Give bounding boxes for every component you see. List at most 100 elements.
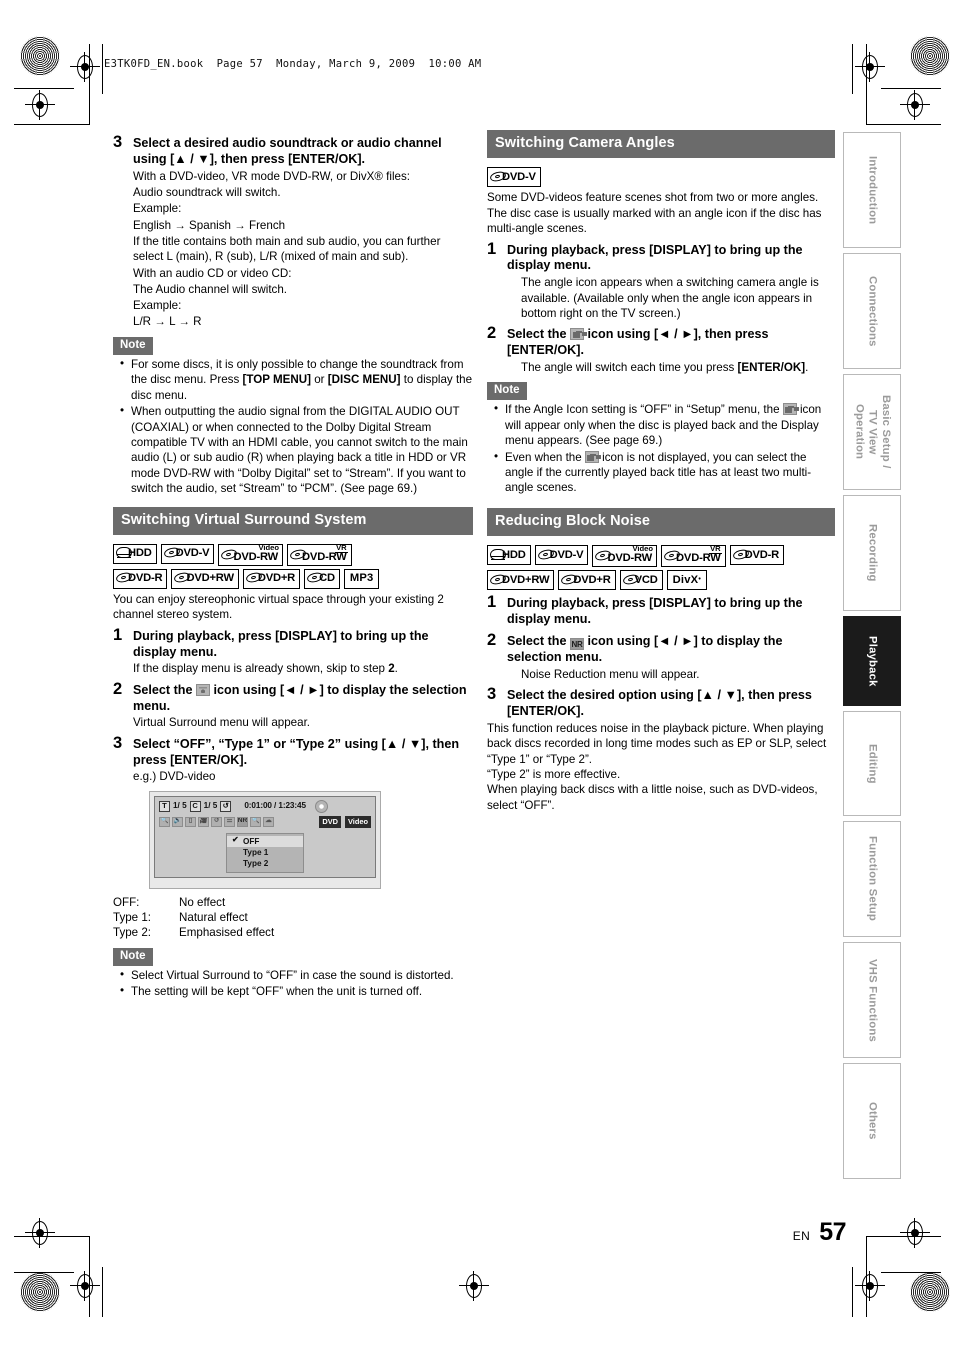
tab-introduction[interactable]: Introduction xyxy=(843,132,901,248)
note-item: Select Virtual Surround to “OFF” in case… xyxy=(120,967,473,983)
format-tag: Video xyxy=(345,815,371,828)
step-title-pre: Select the xyxy=(507,633,570,648)
step-title: During playback, press [DISPLAY] to brin… xyxy=(507,242,803,273)
tab-label: Recording xyxy=(866,524,879,582)
tab-basic-setup[interactable]: Basic Setup / TV View Operation xyxy=(843,374,901,490)
media-badge-dvd-rw-video: DVD-RW Video xyxy=(218,544,284,566)
tab-editing[interactable]: Editing xyxy=(843,711,901,816)
note-item: The setting will be kept “OFF” when the … xyxy=(120,983,473,999)
step-number: 3 xyxy=(113,733,123,752)
badge-label: HDD xyxy=(128,547,152,560)
noise-reduction-icon: NR xyxy=(570,637,584,650)
registration-target-bottom-center xyxy=(459,1271,489,1301)
step-title-pre: Select the xyxy=(507,327,570,342)
virtual-surround-selection-menu[interactable]: OFF Type 1 Type 2 xyxy=(226,832,304,873)
media-badge-dvd-r: DVD-R xyxy=(729,545,785,566)
badge-label: VCD xyxy=(634,573,658,586)
legend-value: Emphasised effect xyxy=(179,926,275,940)
legend-row: OFF: No effect xyxy=(113,895,473,910)
marker-icon[interactable]: ☰ xyxy=(224,816,235,827)
block-noise-body-1: “Type 2” is more effective. xyxy=(487,767,621,781)
tab-others[interactable]: Others xyxy=(843,1063,901,1179)
badge-label: DVD+R xyxy=(257,572,296,585)
chapter-icon: C xyxy=(189,800,201,812)
note-item: When outputting the audio signal from th… xyxy=(120,403,473,496)
media-badge-dvd-v: DVD-V xyxy=(487,167,541,188)
badge-label: DVD-V xyxy=(549,548,584,561)
badge-label: DVD-R xyxy=(128,572,163,585)
badge-label: DVD+RW xyxy=(502,573,550,586)
step-number: 2 xyxy=(487,324,497,343)
tab-playback[interactable]: Playback xyxy=(843,616,901,706)
audio-icon[interactable]: 🔊 xyxy=(172,816,183,827)
legend-value: Natural effect xyxy=(179,911,248,925)
left-column: 3 Select a desired audio soundtrack or a… xyxy=(113,130,473,1001)
step-subtext: If the display menu is already shown, sk… xyxy=(133,661,473,676)
step-title: Select the icon using [◄ / ►] to display… xyxy=(133,683,473,715)
virtual-surround-icon[interactable]: ☁ xyxy=(263,816,274,827)
osd-icon-row: 🔍 🔊 ▯ 🎥 ↺ ☰ NR 🔍 ☁ DVD Video xyxy=(159,815,371,828)
step-title: During playback, press [DISPLAY] to brin… xyxy=(133,628,429,659)
media-badge-mp3: MP3 xyxy=(343,568,380,589)
step-line-5: With an audio CD or video CD: xyxy=(133,266,292,280)
legend-row: Type 2: Emphasised effect xyxy=(113,925,473,940)
legend-key: Type 1: xyxy=(113,911,152,925)
virtual-surround-icon xyxy=(196,683,210,696)
menu-option-off[interactable]: OFF xyxy=(227,835,303,847)
step-display-menu: 1 During playback, press [DISPLAY] to br… xyxy=(487,240,835,322)
subtitle-icon[interactable]: ▯ xyxy=(185,816,196,827)
note-item: Even when the icon is not displayed, you… xyxy=(494,449,835,496)
step-number: 2 xyxy=(113,679,123,698)
angle-icon xyxy=(584,450,599,463)
badge-label: DVD-V xyxy=(502,170,536,183)
noise-reduction-icon[interactable]: NR xyxy=(237,816,248,827)
tab-recording[interactable]: Recording xyxy=(843,495,901,611)
note-item-pre: If the Angle Icon setting is “OFF” in “S… xyxy=(505,403,783,417)
tab-connections[interactable]: Connections xyxy=(843,253,901,369)
disc-indicator-icon xyxy=(314,799,328,813)
section-banner-virtual-surround: Switching Virtual Surround System xyxy=(113,506,473,535)
step-subtext: The angle icon appears when a switching … xyxy=(521,276,819,320)
search-icon[interactable]: 🔍 xyxy=(159,816,170,827)
section-intro: You can enjoy stereophonic virtual space… xyxy=(113,592,444,622)
media-badge-vcd: VCD xyxy=(619,570,663,591)
media-badge-dvd-plus-r: DVD+R xyxy=(558,570,616,591)
step-select-option: 3 Select the desired option using [▲ / ▼… xyxy=(487,685,835,720)
note-item: For some discs, it is only possible to c… xyxy=(120,356,473,403)
step-title: Select a desired audio soundtrack or aud… xyxy=(133,136,442,166)
legend-key: OFF: xyxy=(113,895,140,909)
note-label: Note xyxy=(113,947,153,966)
step-subtext: The angle will switch each time you pres… xyxy=(521,360,835,375)
playback-time: 0:01:00 / 1:23:45 xyxy=(244,800,306,810)
crop-mark-top-left xyxy=(14,44,104,134)
section-banner-camera-angles: Switching Camera Angles xyxy=(487,130,835,159)
repeat-icon[interactable]: ↺ xyxy=(211,816,222,827)
step-subtext: e.g.) DVD-video xyxy=(133,770,216,784)
menu-option-type1[interactable]: Type 1 xyxy=(227,847,303,858)
step-display-menu: 1 During playback, press [DISPLAY] to br… xyxy=(113,625,473,677)
step-line-8: L/R → L → R xyxy=(133,315,202,329)
tab-label: Playback xyxy=(866,635,879,687)
media-badge-dvd-plus-rw: DVD+RW xyxy=(487,570,555,591)
step-line-6: The Audio channel will switch. xyxy=(133,282,288,296)
note-label: Note xyxy=(113,336,153,355)
media-badge-dvd-plus-r: DVD+R xyxy=(242,568,301,589)
chapter-tabs: Introduction Connections Basic Setup / T… xyxy=(843,132,901,1184)
menu-option-type2[interactable]: Type 2 xyxy=(227,858,303,869)
tab-vhs-functions[interactable]: VHS Functions xyxy=(843,942,901,1058)
osd-display-menu: T 1/ 5 C 1/ 5 ↺ 0:01:00 / 1:23:45 🔍 🔊 ▯ … xyxy=(154,795,376,878)
angle-icon[interactable]: 🎥 xyxy=(198,816,209,827)
badge-label: MP3 xyxy=(349,572,374,585)
title-count: 1/ 5 xyxy=(173,800,187,810)
step-number: 3 xyxy=(487,685,497,703)
step-subtext-post: . xyxy=(805,360,809,374)
step-number: 3 xyxy=(113,133,123,151)
zoom-icon[interactable]: 🔍 xyxy=(250,816,261,827)
badge-label: DVD+RW xyxy=(186,572,234,585)
tab-function-setup[interactable]: Function Setup xyxy=(843,821,901,937)
step-line-0: With a DVD-video, VR mode DVD-RW, or Div… xyxy=(133,169,410,183)
step-display-menu: 1 During playback, press [DISPLAY] to br… xyxy=(487,593,835,628)
step-number: 1 xyxy=(113,625,123,644)
step-subtext-bold: [ENTER/OK] xyxy=(737,360,806,374)
media-badge-dvd-v: DVD-V xyxy=(534,545,589,566)
